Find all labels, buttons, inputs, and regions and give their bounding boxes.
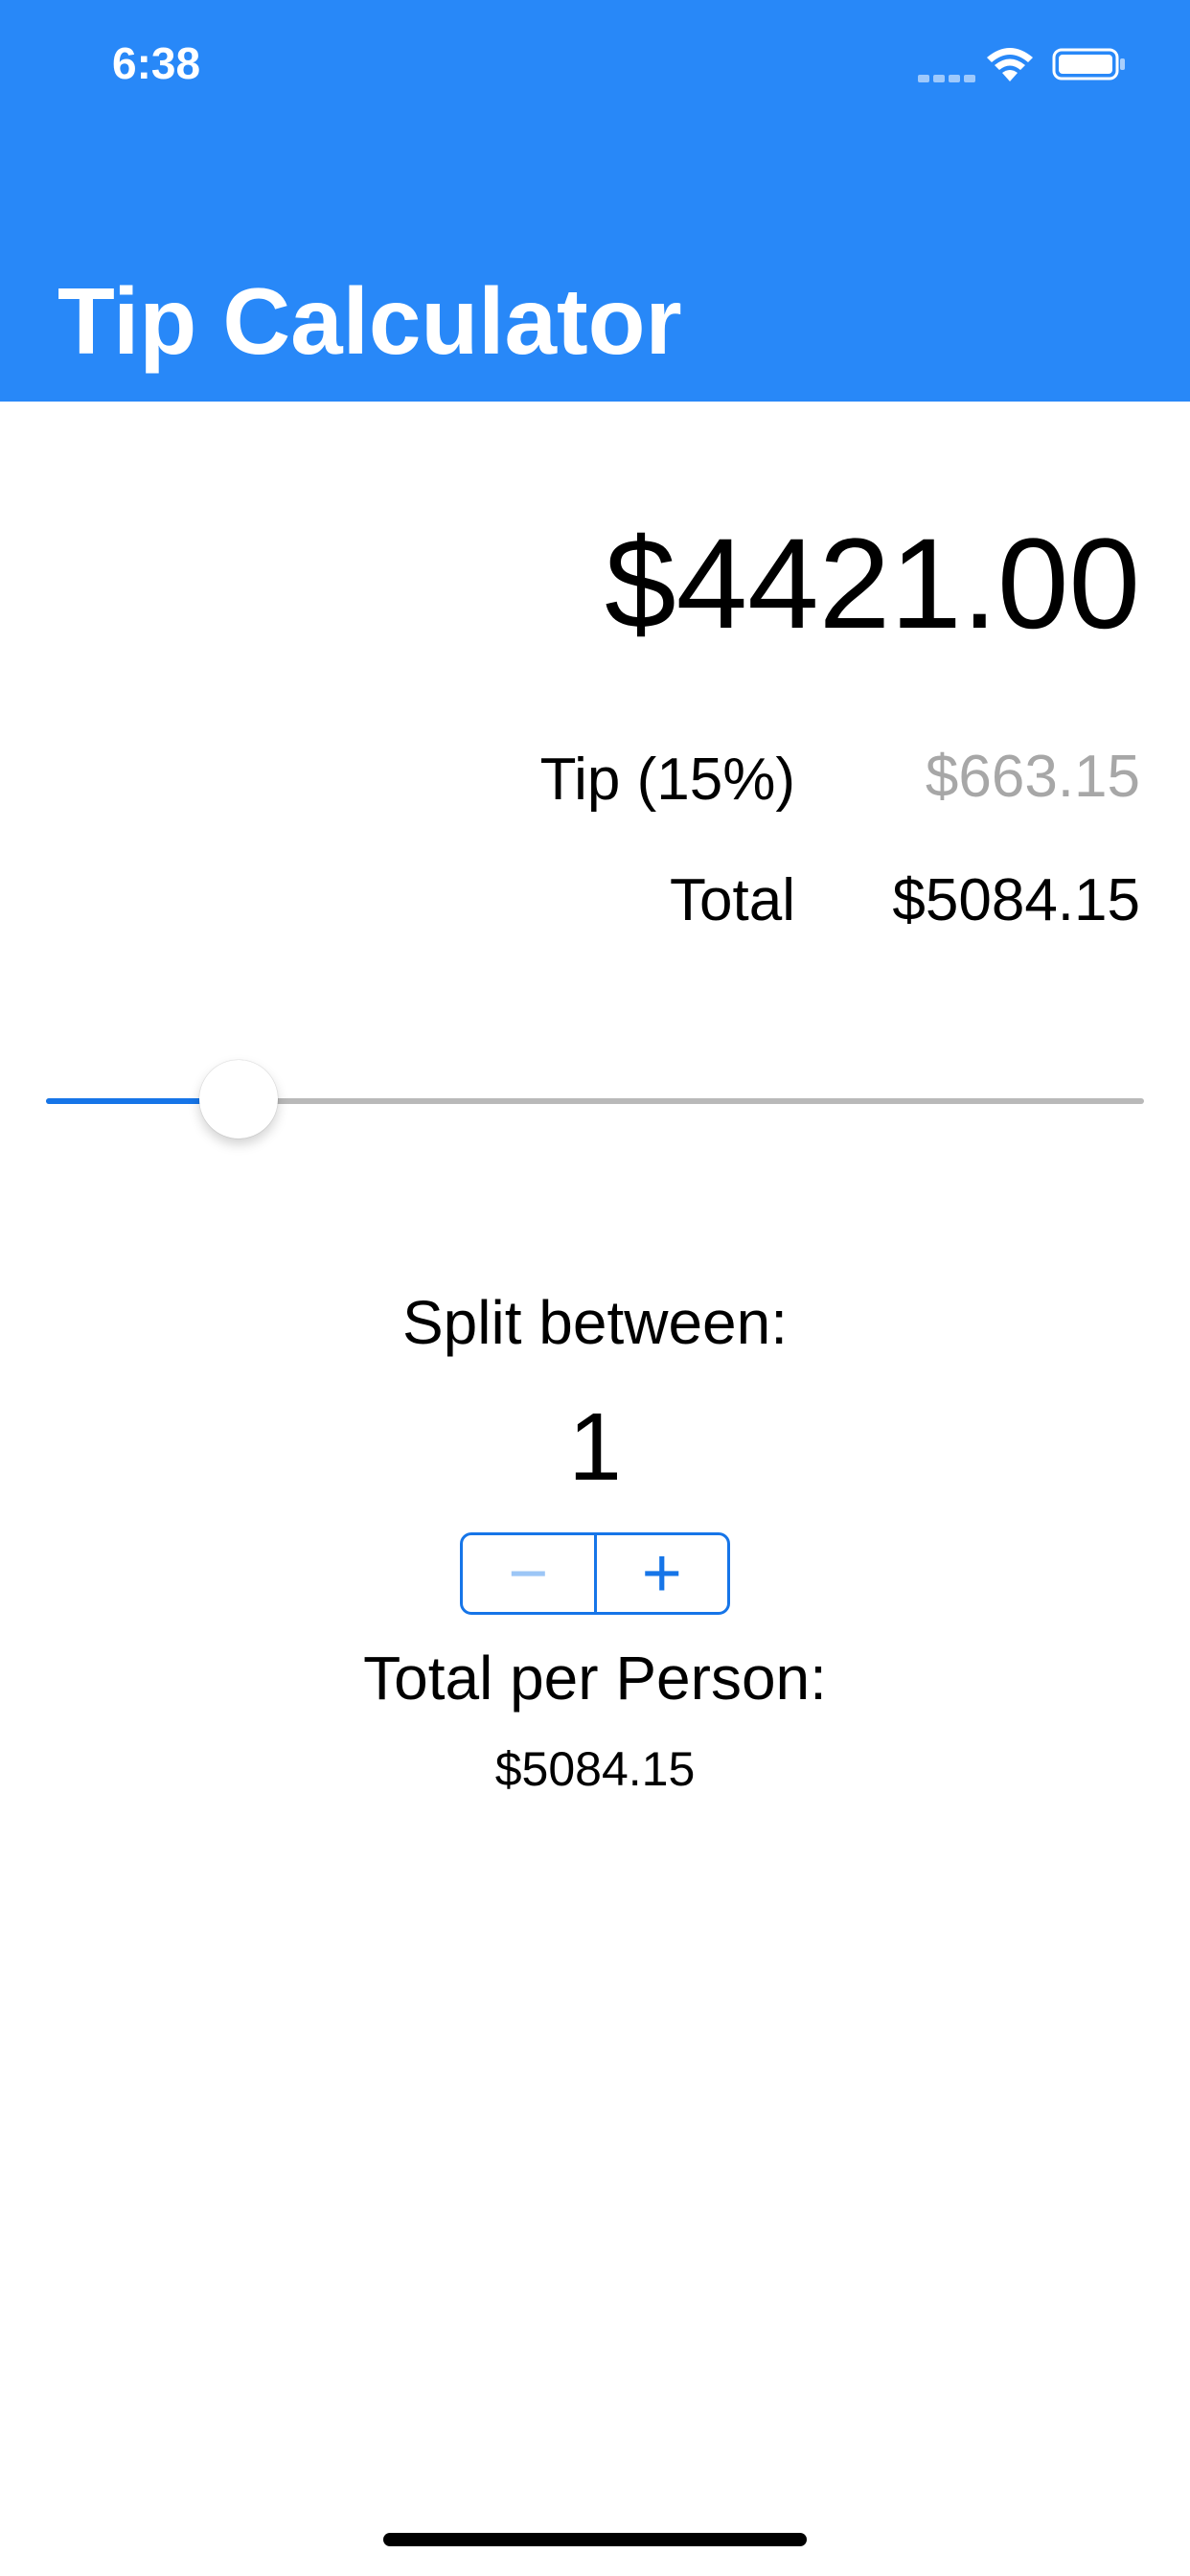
navigation-header: 6:38 Tip Calculator [0,0,1190,402]
decrement-button[interactable]: − [463,1535,594,1612]
wifi-icon [987,48,1033,81]
split-stepper[interactable]: − + [460,1532,730,1615]
minus-icon: − [508,1535,549,1612]
tip-value: $663.15 [925,744,1140,810]
total-value: $5084.15 [892,867,1140,933]
increment-button[interactable]: + [597,1535,728,1612]
plus-icon: + [641,1535,682,1612]
battery-icon [1052,48,1125,80]
split-between-label: Split between: [401,1288,789,1357]
page-title: Tip Calculator [57,268,682,374]
tip-label: Tip (15%) [539,747,795,813]
total-label: Total [670,867,795,933]
cellular-signal-icon [918,71,975,82]
total-per-person-label: Total per Person: [363,1644,827,1713]
split-count: 1 [568,1393,622,1501]
home-indicator[interactable] [383,2533,807,2546]
total-per-person-value: $5084.15 [494,1742,696,1796]
tip-slider-thumb[interactable] [199,1060,278,1138]
bill-amount-field[interactable]: $4421.00 [605,513,1140,656]
status-bar-time: 6:38 [112,38,201,88]
